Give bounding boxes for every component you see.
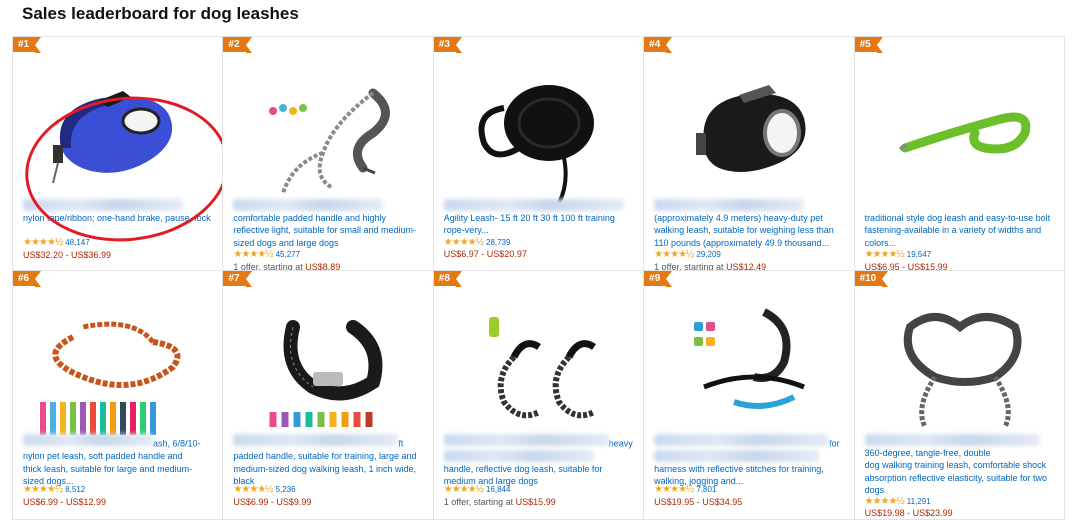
rank-badge: #10 xyxy=(854,271,888,287)
rating[interactable]: ★★★★½ 28,739 xyxy=(444,237,511,248)
rating-count: 11,291 xyxy=(906,497,931,506)
rating-count: 5,236 xyxy=(275,485,296,494)
rating[interactable]: ★★★★½ 29,209 xyxy=(654,249,721,260)
product-title[interactable]: ash, 6/8/10- nylon pet leash, soft padde… xyxy=(23,434,214,488)
product-image-hands-free-leash-teal[interactable] xyxy=(644,287,854,437)
rating[interactable]: ★★★★½ 19,547 xyxy=(865,249,932,260)
product-image-flat-leash-green[interactable] xyxy=(855,53,1065,203)
rank-badge: #1 xyxy=(13,37,42,53)
page-title: Sales leaderboard for dog leashes xyxy=(22,4,299,23)
price-range: US$6.99 - US$9.99 xyxy=(233,497,312,507)
rating-count: 45,277 xyxy=(275,250,301,259)
rating-count: 48,147 xyxy=(65,238,90,247)
product-image-rope-leash-orange[interactable] xyxy=(13,287,223,437)
price-range: US$6.97 - US$20.97 xyxy=(443,249,527,259)
product-card[interactable]: #4 (approximately 4.9 meters) heavy-duty… xyxy=(644,37,855,271)
product-title[interactable]: for harness with reflective stitches for… xyxy=(654,434,845,488)
offer-price: US$8.89 xyxy=(305,262,341,271)
stars-icon: ★★★★½ xyxy=(864,496,905,507)
rating[interactable]: ★★★★½ 8,512 xyxy=(23,484,85,495)
product-title[interactable]: (approximately 4.9 meters) heavy-duty pe… xyxy=(654,199,845,249)
stars-icon: ★★★★½ xyxy=(864,249,905,260)
rank-badge: #8 xyxy=(433,271,463,287)
offer-info[interactable]: 1 offer, starting at US$15.99 xyxy=(444,497,556,507)
price-range: US$32.20 - US$36.99 xyxy=(23,250,112,260)
product-card[interactable]: #3 Agility Leash- 15 ft 20 ft 30 ft 100 … xyxy=(433,37,645,271)
price-range: US$6.95 - US$15.99 xyxy=(864,262,948,271)
stars-icon: ★★★★½ xyxy=(23,237,63,248)
product-card[interactable]: #1 nylon tape/ribbon; one-hand brake, pa… xyxy=(13,37,224,271)
offer-info[interactable]: 1 offer, starting at US$8.89 xyxy=(233,262,341,271)
rank-badge: #3 xyxy=(433,37,463,53)
stars-icon: ★★★★½ xyxy=(654,249,694,260)
rank-badge: #2 xyxy=(223,37,252,53)
product-card[interactable]: #7 ft padded handle, suitable for traini… xyxy=(223,271,434,520)
product-image-coupler-leash-grey[interactable] xyxy=(855,287,1065,437)
product-title[interactable]: traditional style dog leash and easy-to-… xyxy=(865,199,1056,249)
rank-badge: #6 xyxy=(13,271,42,287)
product-title[interactable]: 360-degree, tangle-free, double dog walk… xyxy=(864,434,1056,497)
stars-icon: ★★★★½ xyxy=(233,484,273,495)
product-image-retractable-leash-black[interactable] xyxy=(644,53,854,203)
rating[interactable]: ★★★★½ 16,844 xyxy=(444,484,511,495)
rating-count: 7,801 xyxy=(696,485,717,494)
product-card[interactable]: #10 360-degree, tangle-free, double dog … xyxy=(854,271,1065,520)
product-title[interactable]: heavy handle, reflective dog leash, suit… xyxy=(443,434,635,488)
rank-badge: #7 xyxy=(223,271,252,287)
product-card[interactable]: #9 for harness with reflective stitches … xyxy=(644,271,855,520)
rating[interactable]: ★★★★½ 11,291 xyxy=(865,496,931,507)
product-card[interactable]: #2 comfortable padded handle and highly … xyxy=(223,37,434,271)
stars-icon: ★★★★½ xyxy=(233,249,273,260)
product-title[interactable]: ft padded handle, suitable for training,… xyxy=(233,434,424,488)
stars-icon: ★★★★½ xyxy=(23,484,63,495)
rating-count: 16,844 xyxy=(485,485,511,494)
product-image-padded-leash-black[interactable] xyxy=(223,287,433,437)
stars-icon: ★★★★½ xyxy=(443,484,484,495)
product-image-long-line-black[interactable] xyxy=(434,53,644,203)
rank-badge: #4 xyxy=(644,37,673,53)
price-range: US$19.98 - US$23.99 xyxy=(864,508,953,518)
rank-badge: #5 xyxy=(854,37,883,53)
product-card[interactable]: #5 traditional style dog leash and easy-… xyxy=(854,37,1065,271)
rating-count: 29,209 xyxy=(696,250,721,259)
product-image-rope-leash-reflective[interactable] xyxy=(223,53,433,203)
product-image-double-rope-leash[interactable] xyxy=(434,287,644,437)
offer-info[interactable]: 1 offer, starting at US$12.49 xyxy=(654,262,767,271)
product-card[interactable]: #6 ash, 6/8/10- nylon pet leash, soft pa… xyxy=(13,271,224,520)
rank-badge: #9 xyxy=(644,271,673,287)
offer-price: US$12.49 xyxy=(726,262,767,271)
rating-count: 8,512 xyxy=(65,485,86,494)
rating[interactable]: ★★★★½ 45,277 xyxy=(233,249,300,260)
price-range: US$19.95 - US$34.95 xyxy=(654,497,743,507)
product-title[interactable]: Agility Leash- 15 ft 20 ft 30 ft 100 ft … xyxy=(443,199,635,237)
rating[interactable]: ★★★★½ 7,801 xyxy=(654,484,716,495)
rating-count: 19,547 xyxy=(906,250,932,259)
rating[interactable]: ★★★★½ 5,236 xyxy=(233,484,295,495)
rating[interactable]: ★★★★½ 48,147 xyxy=(23,237,90,248)
stars-icon: ★★★★½ xyxy=(654,484,694,495)
offer-price: US$15.99 xyxy=(515,497,556,507)
product-title[interactable]: comfortable padded handle and highly ref… xyxy=(233,199,424,249)
rating-count: 28,739 xyxy=(485,238,511,247)
stars-icon: ★★★★½ xyxy=(443,237,484,248)
product-card[interactable]: #8 heavy handle, reflective dog leash, s… xyxy=(433,271,645,520)
price-range: US$6.99 - US$12.99 xyxy=(23,497,107,507)
product-grid: #1 nylon tape/ribbon; one-hand brake, pa… xyxy=(12,36,1065,520)
